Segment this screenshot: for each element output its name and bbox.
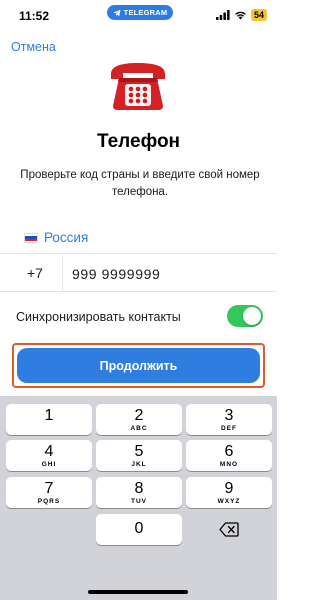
key-8[interactable]: 8 TUV xyxy=(96,477,182,508)
key-digit: 2 xyxy=(134,407,144,424)
sync-contacts-toggle[interactable] xyxy=(227,305,263,327)
key-letters: TUV xyxy=(131,498,147,505)
key-letters: PQRS xyxy=(37,498,61,505)
phone-row: +7 xyxy=(0,256,277,292)
backspace-icon xyxy=(219,522,239,537)
telephone-emoji-icon xyxy=(111,63,165,110)
telegram-pill-label: TELEGRAM xyxy=(123,8,168,17)
key-letters: DEF xyxy=(221,425,237,432)
key-digit: 3 xyxy=(224,407,234,424)
key-4[interactable]: 4 GHI xyxy=(6,440,92,471)
status-bar: 11:52 TELEGRAM 54 xyxy=(0,0,277,34)
status-time: 11:52 xyxy=(19,9,50,23)
key-1[interactable]: 1 xyxy=(6,404,92,435)
key-digit: 4 xyxy=(44,443,54,460)
key-letters: MNO xyxy=(219,461,239,468)
page-title: Телефон xyxy=(96,131,181,152)
continue-button[interactable]: Продолжить xyxy=(17,348,260,383)
country-code[interactable]: +7 xyxy=(27,265,43,281)
status-icons: 54 xyxy=(215,9,267,21)
key-9[interactable]: 9 WXYZ xyxy=(186,477,272,508)
country-selector[interactable]: Россия xyxy=(0,222,277,254)
key-digit: 6 xyxy=(224,443,234,460)
key-digit: 1 xyxy=(44,407,54,424)
home-indicator xyxy=(88,590,188,594)
telegram-pill[interactable]: TELEGRAM xyxy=(107,5,173,20)
cancel-button[interactable]: Отмена xyxy=(11,40,56,54)
key-letters: WXYZ xyxy=(217,498,241,505)
key-6[interactable]: 6 MNO xyxy=(186,440,272,471)
key-letters: ABC xyxy=(130,425,148,432)
key-digit: 5 xyxy=(134,443,144,460)
code-divider xyxy=(62,256,63,292)
key-digit: 9 xyxy=(224,480,234,497)
page-subtitle: Проверьте код страны и введите свой номе… xyxy=(20,169,260,198)
key-letters: GHI xyxy=(41,461,57,468)
wifi-icon xyxy=(235,11,246,20)
key-digit: 7 xyxy=(44,480,54,497)
sync-contacts-label: Синхронизировать контакты xyxy=(16,310,181,324)
key-digit: 8 xyxy=(134,480,144,497)
country-name: Россия xyxy=(44,230,89,245)
key-digit: 0 xyxy=(134,520,144,537)
signal-icon xyxy=(215,10,230,20)
battery-indicator: 54 xyxy=(250,9,267,21)
key-0[interactable]: 0 xyxy=(96,514,182,545)
continue-highlight: Продолжить xyxy=(12,343,265,388)
backspace-key[interactable] xyxy=(186,514,272,545)
russia-flag-icon xyxy=(24,232,38,243)
key-3[interactable]: 3 DEF xyxy=(186,404,272,435)
phone-number-input[interactable] xyxy=(72,261,262,287)
key-letters: JKL xyxy=(131,461,147,468)
key-2[interactable]: 2 ABC xyxy=(96,404,182,435)
key-7[interactable]: 7 PQRS xyxy=(6,477,92,508)
telegram-plane-icon xyxy=(113,9,121,16)
key-5[interactable]: 5 JKL xyxy=(96,440,182,471)
toggle-knob xyxy=(243,307,261,325)
